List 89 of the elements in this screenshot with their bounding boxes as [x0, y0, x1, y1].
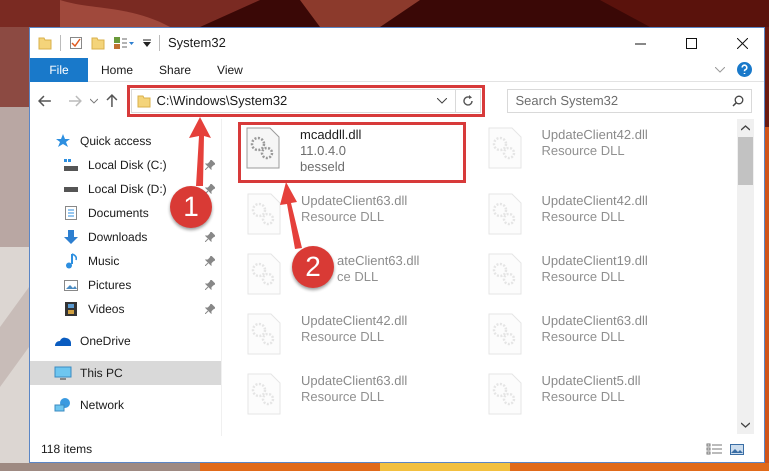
file-detail: Resource DLL: [301, 209, 386, 225]
gear-file-icon: [488, 313, 522, 355]
chevron-up-icon[interactable]: [741, 125, 750, 131]
chevron-down-icon[interactable]: [90, 98, 98, 104]
address-bar[interactable]: C:\Windows\System32: [130, 88, 481, 112]
file-name: UpdateClient63.dll: [301, 373, 408, 389]
nav-item[interactable]: This PC: [30, 361, 221, 385]
network-icon: [54, 397, 72, 413]
file-detail: besseld: [300, 159, 346, 175]
file-detail: Resource DLL: [542, 209, 626, 225]
picture-icon: [64, 280, 78, 290]
folder-icon: [136, 94, 151, 108]
file-name: UpdateClient42.dll: [542, 127, 648, 143]
details-view-icon[interactable]: [706, 443, 722, 455]
dropdown-icon[interactable]: [143, 38, 151, 48]
nav-item[interactable]: Quick access: [30, 129, 221, 153]
gear-file-icon: [246, 127, 280, 169]
maximize-icon[interactable]: [686, 38, 697, 48]
gear-file-icon: [488, 373, 522, 415]
nav-item[interactable]: Music: [62, 249, 124, 273]
pin-icon[interactable]: [205, 184, 215, 194]
gear-file-icon: [488, 127, 522, 169]
file-name: UpdateClient5.dll: [542, 373, 641, 389]
scrollbar[interactable]: [737, 119, 754, 434]
pin-icon[interactable]: [205, 256, 215, 266]
file-name: ateClient63.dll: [337, 253, 420, 269]
gear-file-icon: [247, 193, 281, 235]
ribbon-tab[interactable]: View: [204, 58, 256, 82]
nav-item[interactable]: Downloads: [62, 225, 152, 249]
nav-item[interactable]: Videos: [62, 297, 128, 321]
close-icon[interactable]: [737, 38, 748, 48]
ribbon-tab[interactable]: Share: [146, 58, 204, 82]
help-icon[interactable]: [737, 62, 752, 77]
file-name: UpdateClient42.dll: [301, 313, 408, 329]
refresh-icon[interactable]: [462, 94, 474, 106]
window-title: System32: [168, 34, 226, 52]
star-icon: [55, 133, 71, 149]
pin-icon[interactable]: [205, 304, 215, 314]
gear-file-icon: [488, 253, 522, 295]
nav-item[interactable]: Local Disk (D:): [62, 177, 171, 201]
scrollbar-thumb[interactable]: [738, 137, 753, 185]
file-detail: Resource DLL: [542, 269, 626, 285]
gear-file-icon: [247, 373, 281, 415]
callout-arrow: [280, 182, 302, 249]
file-name: mcaddll.dll: [300, 127, 362, 143]
film-icon: [65, 302, 77, 316]
file-menu-tab[interactable]: File: [30, 58, 88, 82]
file-detail: Resource DLL: [301, 329, 386, 345]
pin-icon[interactable]: [205, 160, 215, 170]
ribbon-tab[interactable]: Home: [88, 58, 146, 82]
gear-file-icon: [247, 313, 281, 355]
chevron-down-icon[interactable]: [436, 98, 447, 104]
file-detail: Resource DLL: [542, 389, 626, 405]
gear-file-icon: [488, 193, 522, 235]
file-detail: ce DLL: [337, 269, 380, 285]
file-name: UpdateClient19.dll: [542, 253, 648, 269]
file-detail: Resource DLL: [542, 143, 626, 159]
file-detail: Resource DLL: [301, 389, 386, 405]
address-path: C:\Windows\System32: [156, 92, 288, 110]
nav-item[interactable]: OneDrive: [30, 329, 221, 353]
pin-icon[interactable]: [205, 232, 215, 242]
search-field[interactable]: Search System32: [506, 88, 752, 112]
download-arrow-icon: [63, 229, 79, 245]
up-arrow-icon[interactable]: [106, 94, 118, 108]
checkmark-document-icon[interactable]: [69, 36, 83, 50]
pin-icon[interactable]: [205, 280, 215, 290]
file-name: UpdateClient42.dll: [542, 193, 648, 209]
cloud-icon: [54, 335, 72, 347]
item-count: 118 items: [41, 441, 92, 458]
nav-item[interactable]: Local Disk (C:): [62, 153, 171, 177]
file-name: UpdateClient63.dll: [542, 313, 648, 329]
search-icon[interactable]: [732, 94, 744, 106]
back-arrow-icon[interactable]: [38, 94, 52, 106]
file-detail: 11.0.4.0: [300, 143, 348, 159]
nav-item[interactable]: Network: [30, 393, 221, 417]
file-detail: Resource DLL: [542, 329, 626, 345]
callout-arrow: [189, 117, 211, 186]
gear-file-icon: [247, 253, 281, 295]
music-note-icon: [65, 253, 77, 269]
chevron-down-icon[interactable]: [741, 422, 750, 428]
nav-item[interactable]: Pictures: [62, 273, 136, 297]
thumbnail-view-icon[interactable]: [730, 444, 744, 454]
drive-icon: [64, 159, 78, 171]
drive-icon: [64, 186, 78, 192]
nav-item[interactable]: Documents: [62, 201, 153, 225]
monitor-icon: [54, 366, 72, 380]
properties-icon[interactable]: [113, 36, 135, 50]
document-icon: [65, 206, 77, 220]
file-name: UpdateClient63.dll: [301, 193, 408, 209]
